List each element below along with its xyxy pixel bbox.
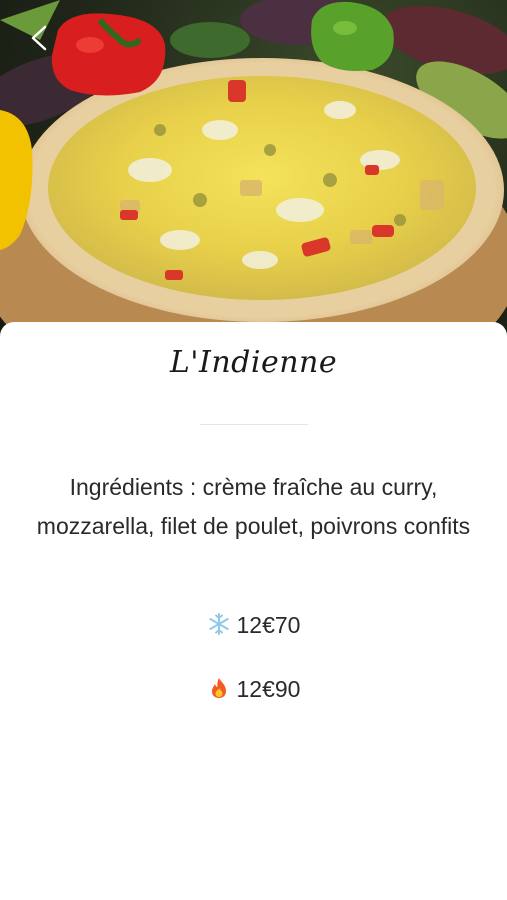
price-baked: 12€90 [236,676,301,702]
price-frozen: 12€70 [236,612,301,638]
pizza-photo-illustration [0,0,507,350]
product-ingredients: Ingrédients : crème fraîche au curry, mo… [36,474,471,539]
price-row-baked: 12€90 [0,676,507,703]
product-title: L'Indienne [169,345,338,380]
pizza-photo [0,0,507,350]
divider [200,424,308,425]
fire-icon [211,678,226,698]
price-row-frozen: 12€70 [0,612,507,639]
chevron-left-icon [31,25,47,51]
product-card [0,322,507,900]
back-button[interactable] [22,20,58,56]
snowflake-icon [208,613,229,635]
